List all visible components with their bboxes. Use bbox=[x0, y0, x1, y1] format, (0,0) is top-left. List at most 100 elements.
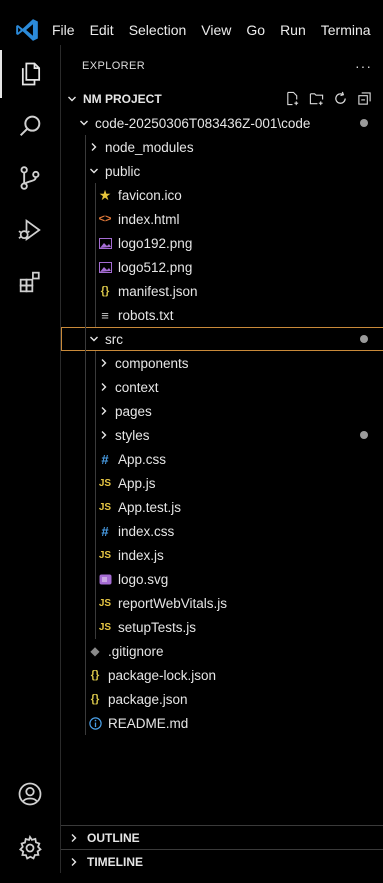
explorer-sidebar: EXPLORER ··· NM PROJECT code-20250306T08… bbox=[60, 45, 383, 883]
file-package-json[interactable]: {} package.json bbox=[61, 687, 383, 711]
collapse-all-icon[interactable] bbox=[357, 91, 372, 106]
tree-item-label: pages bbox=[115, 403, 152, 419]
file-app-test-js[interactable]: JS App.test.js bbox=[61, 495, 383, 519]
indent-guide bbox=[85, 519, 86, 543]
tree-item-label: reportWebVitals.js bbox=[118, 595, 228, 611]
indent-guide bbox=[95, 447, 96, 471]
file-robots-txt[interactable]: ≡ robots.txt bbox=[61, 303, 383, 327]
menu-terminal[interactable]: Termina bbox=[321, 22, 371, 38]
chevron-right-icon bbox=[67, 857, 81, 867]
indent-guide bbox=[95, 567, 96, 591]
js-file-icon: JS bbox=[98, 477, 112, 489]
folder-src[interactable]: src bbox=[61, 327, 383, 351]
file-app-js[interactable]: JS App.js bbox=[61, 471, 383, 495]
indent-guide bbox=[95, 255, 96, 279]
tree-item-label: App.test.js bbox=[118, 499, 182, 515]
tree-item-label: favicon.ico bbox=[118, 187, 182, 203]
file-index-js[interactable]: JS index.js bbox=[61, 543, 383, 567]
menu-edit[interactable]: Edit bbox=[90, 22, 114, 38]
indent-guide bbox=[85, 639, 86, 663]
js-file-icon: JS bbox=[98, 597, 112, 609]
folder-context[interactable]: context bbox=[61, 375, 383, 399]
chevron-right-icon bbox=[97, 382, 111, 392]
tree-item-label: index.html bbox=[118, 211, 180, 227]
indent-guide bbox=[85, 279, 86, 303]
indent-guide bbox=[95, 519, 96, 543]
file-package-lock-json[interactable]: {} package-lock.json bbox=[61, 663, 383, 687]
outline-panel-label: OUTLINE bbox=[87, 830, 140, 845]
indent-guide bbox=[95, 207, 96, 231]
js-file-icon: JS bbox=[98, 549, 112, 561]
file-setuptests-js[interactable]: JS setupTests.js bbox=[61, 615, 383, 639]
outline-panel-header[interactable]: OUTLINE bbox=[61, 825, 383, 849]
file-favicon-ico[interactable]: ★ favicon.ico bbox=[61, 183, 383, 207]
menu-run[interactable]: Run bbox=[280, 22, 306, 38]
indent-guide bbox=[95, 399, 96, 423]
tree-item-label: index.js bbox=[118, 547, 164, 563]
folder-components[interactable]: components bbox=[61, 351, 383, 375]
js-file-icon: JS bbox=[98, 501, 112, 513]
file-tree: NM PROJECT code-20250306T083436Z-001\cod… bbox=[61, 87, 383, 735]
menu-file[interactable]: File bbox=[52, 22, 75, 38]
file-logo512-png[interactable]: logo512.png bbox=[61, 255, 383, 279]
chevron-down-icon bbox=[87, 334, 101, 344]
source-control-icon[interactable] bbox=[0, 154, 60, 202]
indent-guide bbox=[85, 159, 86, 183]
file-reportwebvitals-js[interactable]: JS reportWebVitals.js bbox=[61, 591, 383, 615]
indent-guide bbox=[95, 351, 96, 375]
html-file-icon: <> bbox=[98, 213, 112, 225]
file-index-html[interactable]: <> index.html bbox=[61, 207, 383, 231]
workspace-root[interactable]: NM PROJECT bbox=[61, 87, 383, 111]
menu-selection[interactable]: Selection bbox=[129, 22, 187, 38]
svg-file-icon bbox=[97, 574, 113, 585]
indent-guide bbox=[95, 303, 96, 327]
tree-item-label: logo192.png bbox=[118, 235, 193, 251]
file-gitignore[interactable]: ◆ .gitignore bbox=[61, 639, 383, 663]
indent-guide bbox=[95, 423, 96, 447]
file-logo-svg[interactable]: logo.svg bbox=[61, 567, 383, 591]
tree-item-label: package.json bbox=[108, 691, 188, 707]
file-app-css[interactable]: # App.css bbox=[61, 447, 383, 471]
indent-guide bbox=[85, 591, 86, 615]
menu-view[interactable]: View bbox=[201, 22, 231, 38]
indent-guide bbox=[85, 423, 86, 447]
file-manifest-json[interactable]: {} manifest.json bbox=[61, 279, 383, 303]
folder-styles[interactable]: styles bbox=[61, 423, 383, 447]
info-icon bbox=[87, 716, 103, 730]
tree-item-label: code-20250306T083436Z-001\code bbox=[95, 115, 311, 131]
file-index-css[interactable]: # index.css bbox=[61, 519, 383, 543]
indent-guide bbox=[95, 279, 96, 303]
chevron-right-icon bbox=[67, 833, 81, 843]
new-file-icon[interactable] bbox=[285, 91, 300, 106]
refresh-icon[interactable] bbox=[333, 91, 348, 106]
file-readme-md[interactable]: README.md bbox=[61, 711, 383, 735]
more-actions-icon[interactable]: ··· bbox=[355, 58, 372, 74]
run-debug-icon[interactable] bbox=[0, 206, 60, 254]
indent-guide bbox=[85, 351, 86, 375]
file-logo192-png[interactable]: logo192.png bbox=[61, 231, 383, 255]
menu-go[interactable]: Go bbox=[246, 22, 265, 38]
explorer-title: EXPLORER bbox=[82, 60, 146, 72]
modified-dot-icon bbox=[360, 335, 368, 343]
tree-item-label: components bbox=[115, 355, 189, 371]
tree-item-label: setupTests.js bbox=[118, 619, 197, 635]
modified-dot-icon bbox=[360, 431, 368, 439]
new-folder-icon[interactable] bbox=[309, 91, 324, 106]
folder-public[interactable]: public bbox=[61, 159, 383, 183]
folder-code-20250306t083436z-001-code[interactable]: code-20250306T083436Z-001\code bbox=[61, 111, 383, 135]
account-icon[interactable] bbox=[0, 770, 60, 818]
indent-guide bbox=[95, 183, 96, 207]
extensions-icon[interactable] bbox=[0, 258, 60, 306]
timeline-panel-header[interactable]: TIMELINE bbox=[61, 849, 383, 873]
vscode-logo-icon[interactable] bbox=[14, 17, 40, 43]
indent-guide bbox=[85, 615, 86, 639]
tree-item-label: App.css bbox=[118, 451, 167, 467]
search-icon[interactable] bbox=[0, 102, 60, 150]
tree-item-label: logo512.png bbox=[118, 259, 193, 275]
explorer-icon[interactable] bbox=[0, 50, 60, 98]
indent-guide bbox=[85, 495, 86, 519]
folder-pages[interactable]: pages bbox=[61, 399, 383, 423]
settings-gear-icon[interactable] bbox=[0, 824, 60, 872]
folder-node-modules[interactable]: node_modules bbox=[61, 135, 383, 159]
indent-guide bbox=[85, 375, 86, 399]
